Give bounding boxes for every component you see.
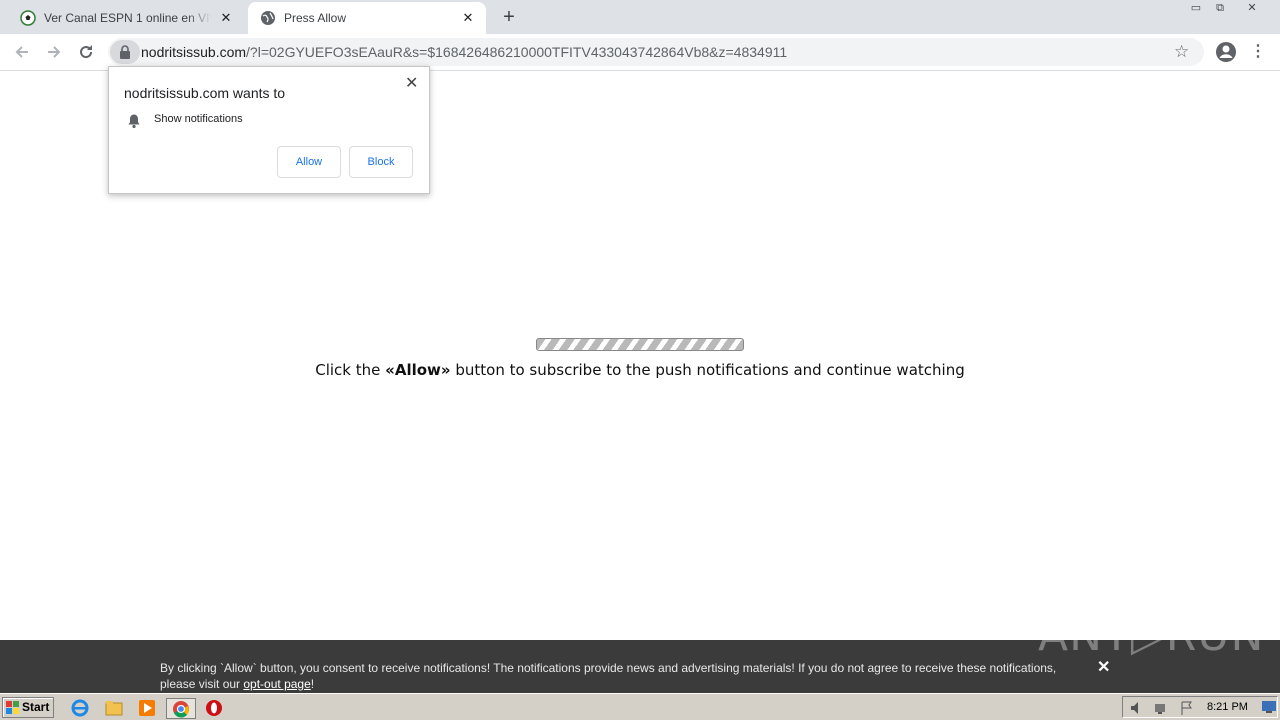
- close-tab-icon[interactable]: ✕: [460, 10, 476, 26]
- chrome-icon: [173, 701, 189, 718]
- taskbar-clock: 8:21 PM: [1207, 701, 1248, 713]
- globe-icon: [261, 11, 275, 25]
- allow-instruction-text: Click the «Allow» button to subscribe to…: [0, 361, 1280, 379]
- soccer-ball-icon: [20, 10, 36, 26]
- start-button[interactable]: Start: [2, 697, 54, 718]
- bell-icon: [128, 114, 140, 129]
- prompt-title: nodritsissub.com wants to: [124, 85, 286, 101]
- menu-kebab-icon[interactable]: ⋮: [1250, 40, 1266, 64]
- tab-espn[interactable]: Ver Canal ESPN 1 online en VIVO y en ✕: [8, 2, 244, 34]
- minimize-button[interactable]: ▭: [1184, 0, 1208, 18]
- arrow-left-icon: [15, 46, 28, 58]
- prompt-close-icon[interactable]: ✕: [405, 73, 418, 93]
- volume-icon[interactable]: [1129, 700, 1145, 716]
- forward-button[interactable]: [42, 40, 66, 64]
- allow-button[interactable]: Allow: [277, 146, 341, 178]
- explorer-folder-icon[interactable]: [104, 698, 124, 718]
- close-window-button[interactable]: ✕: [1240, 0, 1264, 18]
- close-tab-icon[interactable]: ✕: [218, 10, 234, 26]
- system-tray: [1122, 696, 1278, 718]
- restore-button[interactable]: ⧉: [1208, 0, 1232, 18]
- windows-taskbar: Start 8:21 PM: [0, 693, 1280, 720]
- ie-icon[interactable]: [70, 698, 90, 718]
- opera-icon[interactable]: [204, 698, 224, 718]
- back-button[interactable]: [10, 40, 34, 64]
- consent-end: !: [310, 677, 315, 691]
- profile-avatar-icon[interactable]: [1214, 40, 1238, 64]
- opt-out-link[interactable]: opt-out page: [243, 677, 310, 691]
- tab-title: Ver Canal ESPN 1 online en VIVO y en: [44, 11, 212, 25]
- tab-title: Press Allow: [284, 11, 347, 25]
- url-host: nodritsissub.com: [141, 44, 247, 60]
- url-path: /?l=02GYUEFO3sEAauR&s=$168426486210000TF…: [246, 44, 788, 60]
- media-player-icon[interactable]: [137, 698, 157, 718]
- notification-permission-prompt: nodritsissub.com wants to ✕ Show notific…: [108, 66, 430, 194]
- fake-progress-bar: [536, 338, 744, 351]
- site-info-button[interactable]: [110, 40, 140, 64]
- message-allow-word: «Allow»: [385, 361, 451, 379]
- start-label: Start: [22, 700, 50, 714]
- network-icon[interactable]: [1153, 700, 1169, 716]
- show-desktop-icon[interactable]: [1261, 700, 1277, 714]
- new-tab-button[interactable]: +: [499, 7, 519, 27]
- reload-icon: [80, 45, 93, 59]
- url-text: nodritsissub.com/?l=02GYUEFO3sEAauR&s=$1…: [141, 38, 787, 66]
- windows-flag-icon: [6, 701, 19, 714]
- lock-icon: [120, 45, 130, 59]
- consent-text: By clicking `Allow` button, you consent …: [160, 660, 1090, 692]
- address-bar[interactable]: nodritsissub.com/?l=02GYUEFO3sEAauR&s=$1…: [108, 38, 1204, 66]
- tab-strip: Ver Canal ESPN 1 online en VIVO y en ✕ P…: [0, 0, 1280, 34]
- reload-button[interactable]: [74, 40, 98, 64]
- block-button[interactable]: Block: [349, 146, 413, 178]
- permission-label: Show notifications: [154, 113, 243, 125]
- arrow-right-icon: [48, 46, 61, 58]
- action-center-flag-icon[interactable]: [1179, 700, 1195, 716]
- bookmark-star-icon[interactable]: ☆: [1174, 42, 1189, 62]
- message-after: button to subscribe to the push notifica…: [450, 361, 965, 379]
- tab-press-allow[interactable]: Press Allow ✕: [248, 2, 486, 34]
- message-before: Click the: [315, 361, 386, 379]
- chrome-taskbar-button[interactable]: [166, 698, 196, 719]
- anyrun-watermark: ANY▷RUN: [1038, 610, 1265, 661]
